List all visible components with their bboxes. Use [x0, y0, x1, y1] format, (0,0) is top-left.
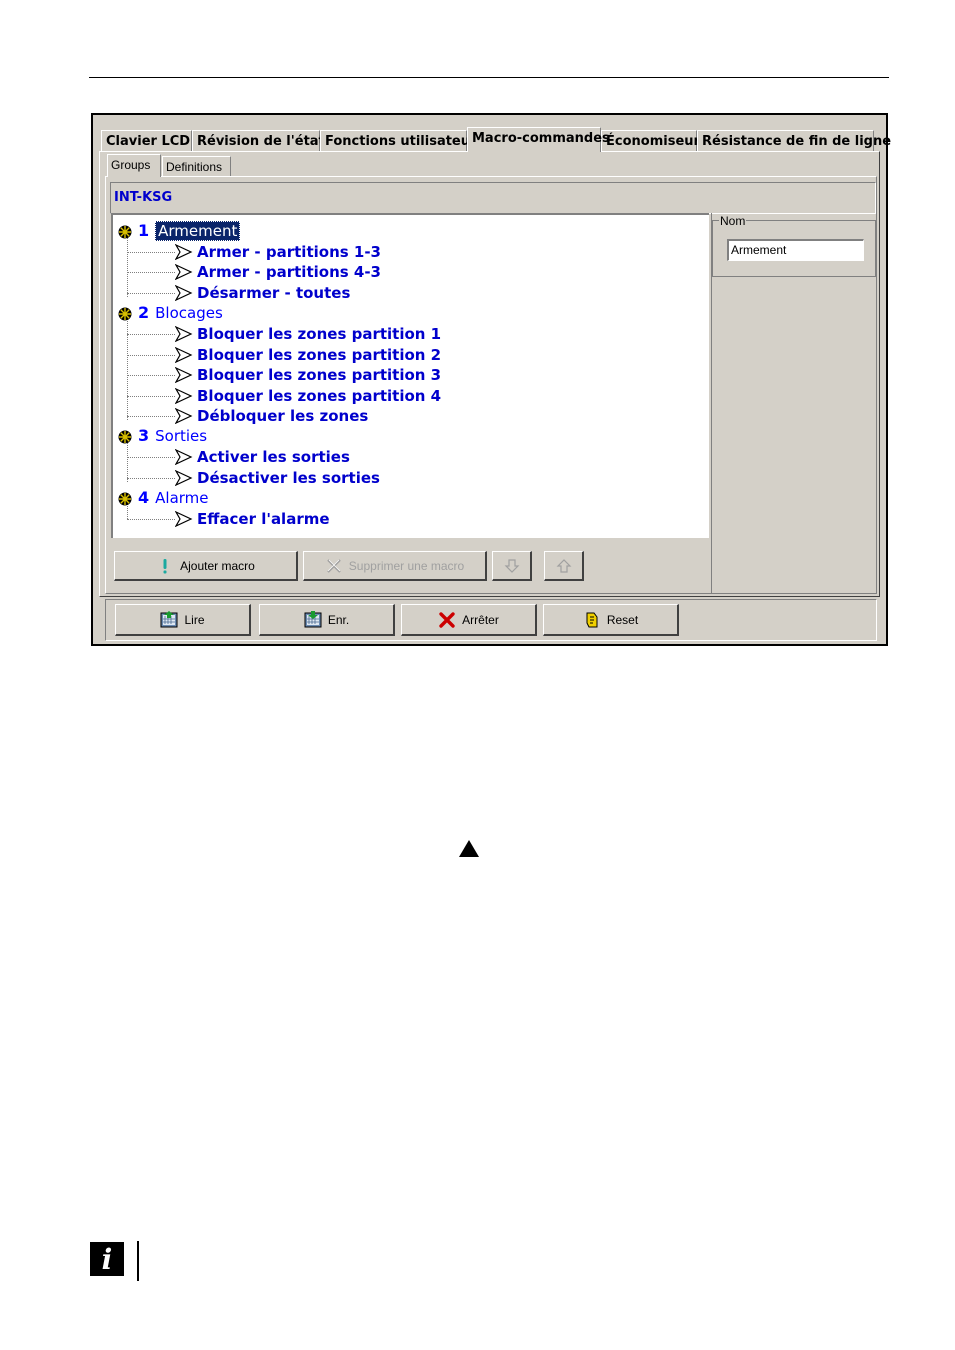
tree-connector	[127, 272, 175, 273]
tree-macro-item[interactable]: Activer les sorties	[197, 448, 350, 466]
write-label: Enr.	[327, 612, 350, 627]
add-macro-button[interactable]: Ajouter macro	[114, 551, 298, 581]
move-down-button[interactable]	[492, 551, 532, 581]
tree-macro-item[interactable]: Bloquer les zones partition 1	[197, 325, 441, 343]
group-name: Sorties	[155, 427, 208, 445]
exclamation-icon	[163, 558, 167, 573]
delete-macro-button[interactable]: Supprimer une macro	[303, 551, 487, 581]
delete-macro-label: Supprimer une macro	[348, 558, 465, 573]
tab-economiseur[interactable]: Économiseur	[601, 130, 700, 151]
main-tabs: Clavier LCD Révision de l'état Fonctions…	[101, 127, 891, 152]
tree-macro-item[interactable]: Armer - partitions 4-3	[197, 263, 381, 281]
macro-arrow-icon	[175, 408, 193, 424]
reset-icon	[586, 612, 598, 627]
tree-group-1[interactable]: 1 Armement	[138, 221, 241, 241]
group-icon	[118, 225, 132, 239]
triangle-marker-icon	[459, 840, 479, 857]
tree-macro-item[interactable]: Bloquer les zones partition 2	[197, 346, 441, 364]
tab-fonctions-utilisateur[interactable]: Fonctions utilisateur	[320, 130, 476, 151]
group-number: 1	[138, 221, 150, 240]
move-up-button[interactable]	[544, 551, 584, 581]
reset-label: Reset	[606, 612, 639, 627]
group-number: 2	[138, 303, 150, 322]
tree-connector	[127, 334, 175, 335]
group-name: Blocages	[155, 304, 223, 322]
application-window: Clavier LCD Révision de l'état Fonctions…	[91, 113, 891, 646]
tree-group-4[interactable]: 4 Alarme	[138, 488, 209, 508]
tree-group-3[interactable]: 3 Sorties	[138, 426, 208, 446]
stop-label: Arrêter	[462, 612, 499, 627]
macro-arrow-icon	[175, 326, 193, 342]
tree-connector	[127, 457, 175, 458]
tree-connector	[127, 416, 175, 417]
tree-connector	[127, 375, 175, 376]
tree-connector	[127, 293, 175, 294]
group-icon	[118, 307, 132, 321]
write-button[interactable]: Enr.	[259, 604, 395, 636]
tab-macro-commandes[interactable]: Macro-commandes	[467, 127, 610, 152]
module-bar: INT-KSG	[110, 182, 876, 214]
tree-macro-item[interactable]: Débloquer les zones	[197, 407, 368, 425]
macro-arrow-icon	[175, 367, 193, 383]
tree-macro-item[interactable]: Bloquer les zones partition 4	[197, 387, 441, 405]
stop-icon	[439, 611, 455, 628]
macro-arrow-icon	[175, 511, 193, 527]
read-label: Lire	[184, 612, 205, 627]
tree-macro-item[interactable]: Désarmer - toutes	[197, 284, 350, 302]
tree-macro-item[interactable]: Désactiver les sorties	[197, 469, 380, 487]
reset-button[interactable]: Reset	[543, 604, 679, 636]
nom-field[interactable]: Armement	[727, 239, 864, 261]
header-rule	[89, 77, 889, 78]
nom-label: Nom	[719, 214, 747, 228]
group-number: 3	[138, 426, 150, 445]
tree-macro-item[interactable]: Effacer l'alarme	[197, 510, 330, 528]
tree-connector	[127, 504, 128, 519]
macro-arrow-icon	[175, 470, 193, 486]
tree-connector	[127, 237, 128, 297]
tree-connector	[127, 519, 175, 520]
tab-resistance-fin-ligne[interactable]: Résistance de fin de ligne	[697, 130, 891, 151]
tab-revision-etat[interactable]: Révision de l'état	[192, 130, 325, 151]
info-icon: i	[90, 1242, 124, 1276]
arrow-up-icon	[556, 558, 571, 573]
cross-icon	[327, 558, 341, 573]
macro-tree[interactable]: 1 Armement Armer - partitions 1-3 Armer -…	[111, 213, 709, 538]
arrow-down-icon	[504, 558, 519, 573]
tree-connector	[127, 252, 175, 253]
macro-arrow-icon	[175, 347, 193, 363]
tree-connector	[127, 355, 175, 356]
subtab-definitions[interactable]: Definitions	[162, 156, 231, 176]
group-icon	[118, 492, 132, 506]
macro-arrow-icon	[175, 285, 193, 301]
read-button[interactable]: Lire	[115, 604, 251, 636]
add-macro-label: Ajouter macro	[180, 558, 255, 573]
group-icon	[118, 430, 132, 444]
tree-connector	[127, 396, 175, 397]
macro-arrow-icon	[175, 449, 193, 465]
subtab-groups[interactable]: Groups	[107, 154, 161, 177]
tree-macro-item[interactable]: Bloquer les zones partition 3	[197, 366, 441, 384]
macro-arrow-icon	[175, 388, 193, 404]
tab-clavier-lcd[interactable]: Clavier LCD	[101, 130, 192, 151]
tree-connector	[127, 478, 175, 479]
module-name: INT-KSG	[114, 190, 173, 205]
group-number: 4	[138, 488, 150, 507]
group-name: Armement	[155, 221, 241, 241]
group-name: Alarme	[155, 489, 209, 507]
write-icon	[304, 610, 322, 627]
macro-arrow-icon	[175, 264, 193, 280]
macro-arrow-icon	[175, 244, 193, 260]
read-icon	[160, 610, 178, 627]
tree-macro-item[interactable]: Armer - partitions 1-3	[197, 243, 381, 261]
stop-button[interactable]: Arrêter	[401, 604, 537, 636]
tree-connector	[127, 442, 128, 482]
info-divider	[137, 1241, 139, 1281]
tree-group-2[interactable]: 2 Blocages	[138, 303, 223, 323]
